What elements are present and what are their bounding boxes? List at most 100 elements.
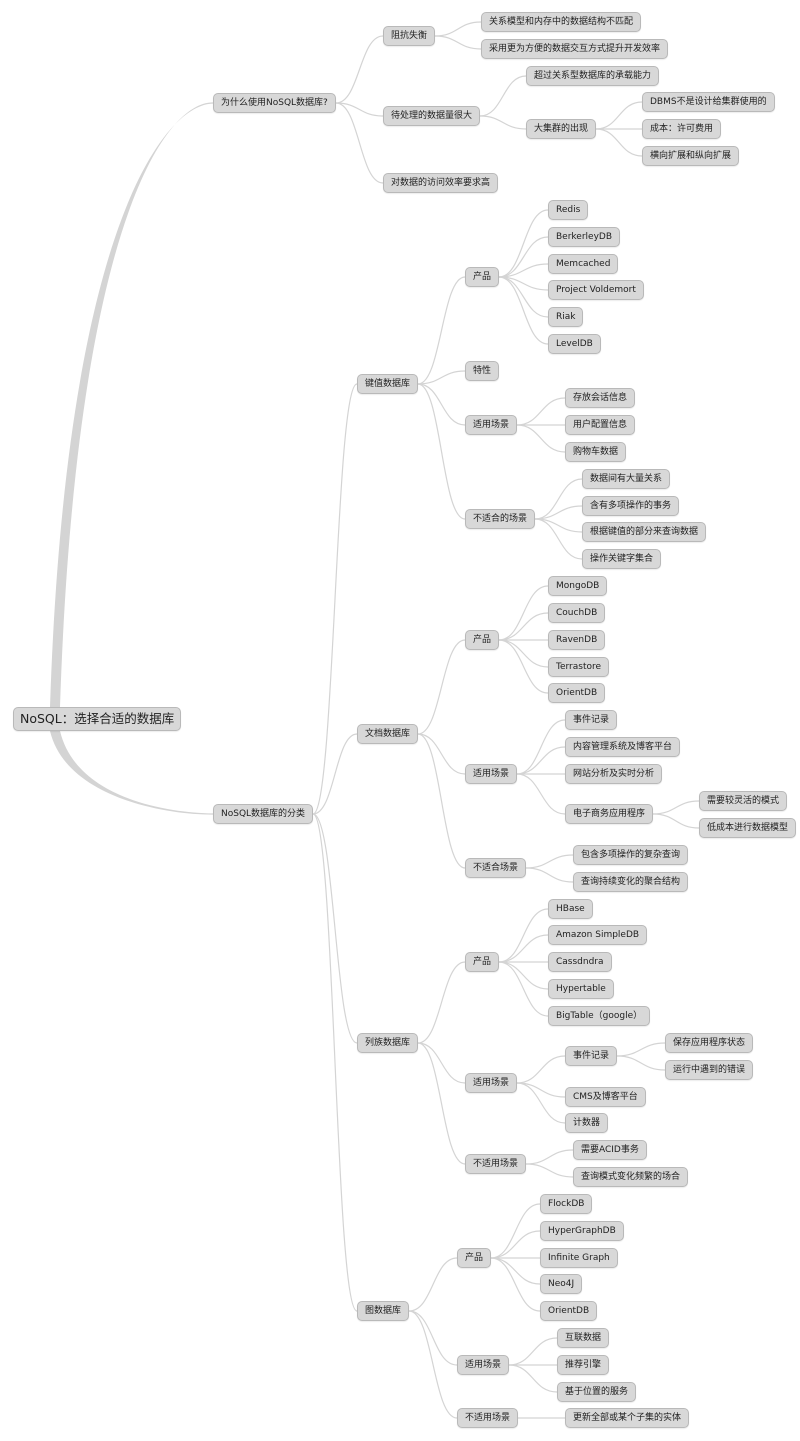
mindmap-node-doc-p-4[interactable]: Terrastore <box>548 657 610 677</box>
mindmap-node-why-2-1[interactable]: 超过关系型数据库的承载能力 <box>526 66 660 86</box>
mindmap-node-col-u-1-2[interactable]: 运行中遇到的错误 <box>665 1060 754 1080</box>
mindmap-node-col-p-4[interactable]: Hypertable <box>548 979 614 999</box>
mindmap-node-col-p-3[interactable]: Cassdndra <box>548 952 612 972</box>
link-kv-p-to-kv-p-1 <box>498 209 549 278</box>
mindmap-node-why-2[interactable]: 待处理的数据量很大 <box>383 106 481 126</box>
link-root-to-why <box>50 102 213 707</box>
mindmap-node-graph-u-1[interactable]: 互联数据 <box>557 1328 610 1348</box>
mindmap-node-graph-p-3[interactable]: Infinite Graph <box>540 1248 618 1268</box>
mindmap-node-kv-u-3[interactable]: 购物车数据 <box>565 442 627 462</box>
mindmap-node-col-n-2[interactable]: 查询模式变化频繁的场合 <box>573 1167 689 1187</box>
mindmap-node-kv[interactable]: 键值数据库 <box>357 374 419 394</box>
mindmap-node-graph-p[interactable]: 产品 <box>457 1248 492 1268</box>
mindmap-node-doc-n-1[interactable]: 包含多项操作的复杂查询 <box>573 845 689 865</box>
link-graph-p-to-graph-p-1 <box>490 1203 541 1259</box>
mindmap-node-doc-u-4-2[interactable]: 低成本进行数据模型 <box>699 818 797 838</box>
mindmap-node-why-1-2[interactable]: 采用更为方便的数据交互方式提升开发效率 <box>481 39 669 59</box>
mindmap-node-why-3[interactable]: 对数据的访问效率要求高 <box>383 173 499 193</box>
link-col-u-to-col-u-3 <box>516 1082 566 1124</box>
mindmap-node-kv-p-6[interactable]: LevelDB <box>548 334 601 354</box>
mindmap-node-doc-p[interactable]: 产品 <box>465 630 500 650</box>
mindmap-node-kv-n[interactable]: 不适合的场景 <box>465 509 536 529</box>
mindmap-node-kv-p-1[interactable]: Redis <box>548 200 589 220</box>
mindmap-node-doc-n-2[interactable]: 查询持续变化的聚合结构 <box>573 872 689 892</box>
mindmap-node-cat[interactable]: NoSQL数据库的分类 <box>213 804 314 824</box>
mindmap-node-graph-n[interactable]: 不适用场景 <box>457 1408 519 1428</box>
mindmap-node-graph-u-3[interactable]: 基于位置的服务 <box>557 1382 637 1402</box>
mindmap-node-why-2-2-1[interactable]: DBMS不是设计给集群使用的 <box>642 92 775 112</box>
mindmap-node-col-p[interactable]: 产品 <box>465 952 500 972</box>
mindmap-node-col-p-1[interactable]: HBase <box>548 899 593 919</box>
mindmap-canvas: NoSQL：选择合适的数据库 为什么使用NoSQL数据库? 阻抗失衡 关系模型和内存中… <box>0 0 800 1441</box>
mindmap-node-kv-p-5[interactable]: Riak <box>548 307 584 327</box>
mindmap-node-col-p-2[interactable]: Amazon SimpleDB <box>548 925 648 945</box>
mindmap-node-doc-u[interactable]: 适用场景 <box>465 764 518 784</box>
link-kv-to-kv-u <box>417 383 466 426</box>
link-kv-to-kv-f <box>417 370 466 385</box>
mindmap-node-col[interactable]: 列族数据库 <box>357 1033 419 1053</box>
mindmap-node-kv-p-3[interactable]: Memcached <box>548 254 619 274</box>
mindmap-node-col-p-5[interactable]: BigTable（google） <box>548 1006 651 1026</box>
mindmap-node-doc-u-2[interactable]: 内容管理系统及博客平台 <box>565 737 681 757</box>
link-doc-n-to-doc-n-2 <box>525 867 574 883</box>
mindmap-node-doc[interactable]: 文档数据库 <box>357 724 419 744</box>
mindmap-node-col-u-1[interactable]: 事件记录 <box>565 1046 618 1066</box>
link-why-to-why-1 <box>335 35 384 104</box>
mindmap-node-why-2-2[interactable]: 大集群的出现 <box>526 119 597 139</box>
link-doc-u-to-doc-u-1 <box>516 719 566 775</box>
mindmap-node-kv-f[interactable]: 特性 <box>465 361 500 381</box>
mindmap-node-kv-u[interactable]: 适用场景 <box>465 415 518 435</box>
mindmap-node-graph-u[interactable]: 适用场景 <box>457 1355 510 1375</box>
mindmap-node-graph-p-5[interactable]: OrientDB <box>540 1301 598 1321</box>
mindmap-node-doc-u-4[interactable]: 电子商务应用程序 <box>565 804 654 824</box>
mindmap-node-doc-p-1[interactable]: MongoDB <box>548 576 608 596</box>
link-col-u-1-to-col-u-1-2 <box>616 1055 666 1071</box>
link-col-p-to-col-p-5 <box>498 961 549 1017</box>
mindmap-node-graph-p-4[interactable]: Neo4J <box>540 1274 583 1294</box>
mindmap-node-graph[interactable]: 图数据库 <box>357 1301 410 1321</box>
mindmap-node-why-2-2-2[interactable]: 成本：许可费用 <box>642 119 722 139</box>
link-graph-u-to-graph-u-1 <box>508 1337 558 1366</box>
link-doc-u-to-doc-u-2 <box>516 746 566 775</box>
mindmap-node-graph-n-1[interactable]: 更新全部或某个子集的实体 <box>565 1408 690 1428</box>
mindmap-node-doc-u-3[interactable]: 网站分析及实时分析 <box>565 764 663 784</box>
mindmap-node-why-1-1[interactable]: 关系模型和内存中的数据结构不匹配 <box>481 12 642 32</box>
mindmap-node-kv-n-4[interactable]: 操作关键字集合 <box>582 549 662 569</box>
mindmap-node-kv-n-2[interactable]: 含有多项操作的事务 <box>582 496 680 516</box>
link-graph-u-to-graph-u-3 <box>508 1364 558 1393</box>
mindmap-node-doc-n[interactable]: 不适合场景 <box>465 858 527 878</box>
mindmap-node-graph-p-1[interactable]: FlockDB <box>540 1194 593 1214</box>
mindmap-node-col-n-1[interactable]: 需要ACID事务 <box>573 1140 647 1160</box>
mindmap-node-kv-u-1[interactable]: 存放会话信息 <box>565 388 636 408</box>
mindmap-node-col-u-2[interactable]: CMS及博客平台 <box>565 1087 646 1107</box>
mindmap-node-why[interactable]: 为什么使用NoSQL数据库? <box>213 93 336 113</box>
mindmap-node-kv-p-2[interactable]: BerkerleyDB <box>548 227 621 247</box>
link-doc-p-to-doc-p-1 <box>498 585 549 641</box>
mindmap-node-doc-u-4-1[interactable]: 需要较灵活的模式 <box>699 791 788 811</box>
link-kv-to-kv-p <box>417 276 466 385</box>
link-why-2-to-why-2-2 <box>479 115 527 130</box>
mindmap-node-doc-u-1[interactable]: 事件记录 <box>565 710 618 730</box>
link-doc-u-4-to-doc-u-4-2 <box>652 813 700 829</box>
mindmap-node-col-u-1-1[interactable]: 保存应用程序状态 <box>665 1033 754 1053</box>
link-why-to-why-2 <box>335 102 384 117</box>
mindmap-node-why-1[interactable]: 阻抗失衡 <box>383 26 436 46</box>
mindmap-node-doc-p-2[interactable]: CouchDB <box>548 603 606 623</box>
link-kv-u-to-kv-u-3 <box>516 424 566 453</box>
mindmap-node-root[interactable]: NoSQL：选择合适的数据库 <box>13 707 182 731</box>
mindmap-node-kv-u-2[interactable]: 用户配置信息 <box>565 415 636 435</box>
mindmap-node-col-u-3[interactable]: 计数器 <box>565 1113 609 1133</box>
mindmap-node-col-u[interactable]: 适用场景 <box>465 1073 518 1093</box>
mindmap-node-why-2-2-3[interactable]: 横向扩展和纵向扩展 <box>642 146 740 166</box>
mindmap-node-kv-n-3[interactable]: 根据键值的部分来查询数据 <box>582 522 707 542</box>
mindmap-node-col-n[interactable]: 不适用场景 <box>465 1154 527 1174</box>
mindmap-node-graph-u-2[interactable]: 推荐引擎 <box>557 1355 610 1375</box>
mindmap-node-kv-p-4[interactable]: Project Voldemort <box>548 280 644 300</box>
mindmap-node-doc-p-3[interactable]: RavenDB <box>548 630 606 650</box>
mindmap-node-doc-p-5[interactable]: OrientDB <box>548 683 606 703</box>
mindmap-node-graph-p-2[interactable]: HyperGraphDB <box>540 1221 624 1241</box>
mindmap-node-kv-n-1[interactable]: 数据间有大量关系 <box>582 469 671 489</box>
mindmap-node-kv-p[interactable]: 产品 <box>465 267 500 287</box>
link-kv-p-to-kv-p-6 <box>498 276 549 345</box>
link-doc-to-doc-u <box>417 733 466 775</box>
